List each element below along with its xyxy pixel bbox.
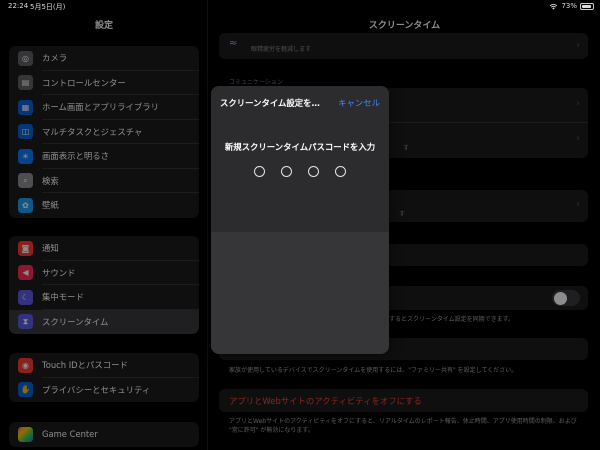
battery-percent: 73% xyxy=(561,2,577,10)
modal-header-area: スクリーンタイム設定を… キャンセル 新規スクリーンタイムパスコードを入力 xyxy=(211,86,389,232)
passcode-modal: スクリーンタイム設定を… キャンセル 新規スクリーンタイムパスコードを入力 xyxy=(211,86,389,354)
status-time: 22:24 xyxy=(8,2,29,10)
passcode-digit-dot xyxy=(335,166,346,177)
passcode-digit-dot xyxy=(308,166,319,177)
passcode-digit-indicators xyxy=(211,166,389,177)
modal-title: スクリーンタイム設定を… xyxy=(220,98,320,108)
battery-icon xyxy=(580,2,594,10)
cancel-button[interactable]: キャンセル xyxy=(338,97,380,109)
passcode-digit-dot xyxy=(281,166,292,177)
status-date: 5月5日(月) xyxy=(30,3,66,11)
passcode-prompt: 新規スクリーンタイムパスコードを入力 xyxy=(224,142,376,152)
status-right: 73% xyxy=(549,2,594,10)
passcode-digit-dot xyxy=(254,166,265,177)
status-bar: 22:24 5月5日(月) 73% xyxy=(0,0,600,12)
keypad-area[interactable] xyxy=(211,232,389,354)
wifi-icon xyxy=(550,3,558,10)
